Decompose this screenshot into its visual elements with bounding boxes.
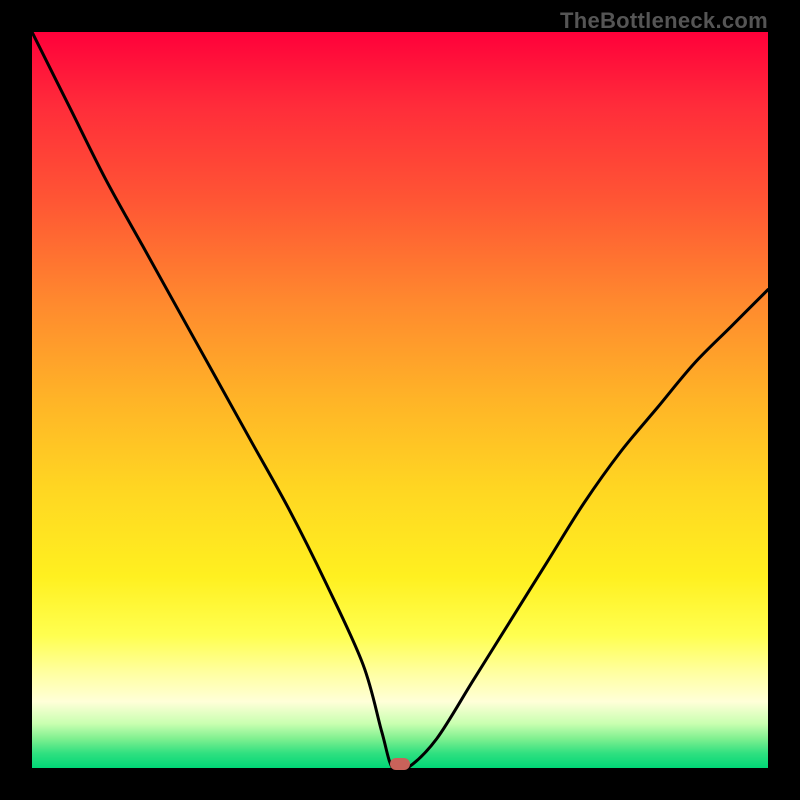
chart-container: TheBottleneck.com: [0, 0, 800, 800]
plot-area: [32, 32, 768, 768]
min-point-marker: [390, 758, 410, 770]
watermark: TheBottleneck.com: [560, 8, 768, 34]
bottleneck-curve: [32, 32, 768, 768]
